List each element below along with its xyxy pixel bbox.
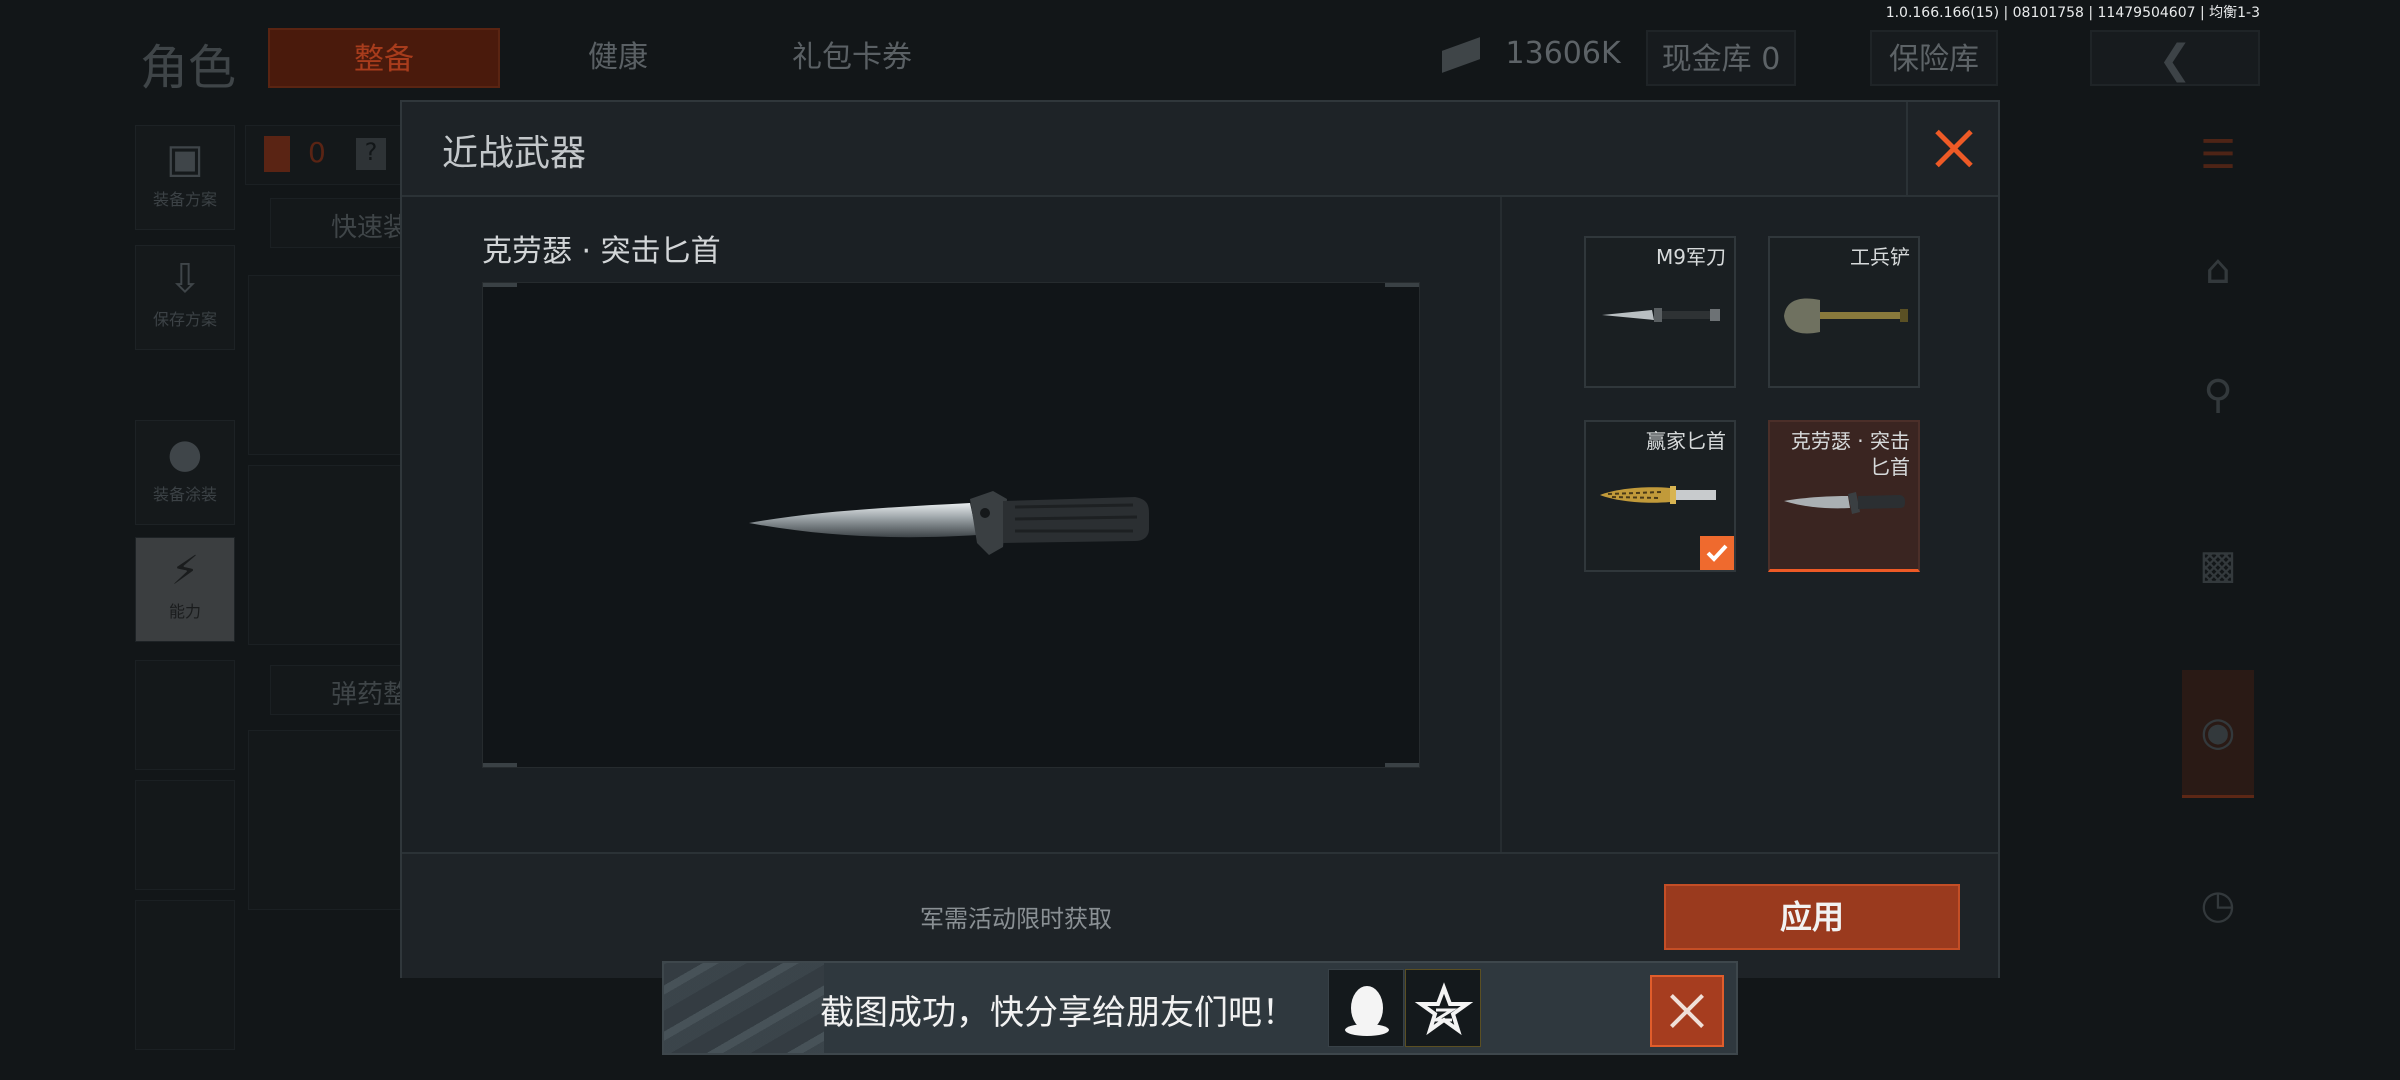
chevron-left-icon: ❮ [2158, 37, 2192, 83]
weapon-card-winner-dagger[interactable]: 赢家匕首 [1584, 420, 1736, 572]
star-icon [1414, 982, 1474, 1036]
sidebar-item-ability[interactable]: ⚡ 能力 [135, 537, 235, 642]
safe-box-button[interactable]: 保险库 [1870, 30, 1998, 86]
backpack-icon [264, 136, 290, 172]
tab-health[interactable]: 健康 [588, 28, 648, 88]
backpack-count: 0 [308, 136, 326, 169]
combat-knife-icon [749, 491, 1149, 555]
corner-mark [1385, 763, 1419, 767]
left-slot [135, 900, 235, 1050]
corner-mark [1385, 283, 1419, 287]
gold-dagger-icon [1600, 486, 1716, 504]
vertical-divider [1500, 197, 1502, 852]
dialog-header: 近战武器 [402, 102, 1998, 197]
gear-slot [248, 730, 408, 910]
toast-close-button[interactable] [1650, 975, 1724, 1047]
dialog-footer: 军需活动限时获取 应用 [402, 852, 1998, 978]
bayonet-icon [1602, 308, 1720, 322]
backpack-counter-panel: 0 ? [245, 125, 405, 185]
screen-title: 角色 [140, 40, 237, 96]
sidebar-item-loadout[interactable]: ▣ 装备方案 [135, 125, 235, 230]
left-slot [135, 780, 235, 890]
left-slot [135, 660, 235, 770]
dialog-title: 近战武器 [442, 133, 587, 174]
version-info: 1.0.166.166(15) | 08101758 | 11479504607… [1885, 5, 2260, 21]
apply-button[interactable]: 应用 [1664, 884, 1960, 950]
back-button[interactable]: ❮ [2090, 30, 2260, 86]
shovel-icon [1784, 298, 1908, 334]
screenshot-toast: 截图成功，快分享给朋友们吧！ [662, 961, 1738, 1055]
toast-message: 截图成功，快分享给朋友们吧！ [820, 993, 1296, 1033]
home-icon[interactable]: ⌂ [2182, 225, 2254, 315]
gear-slot [248, 465, 408, 645]
key-icon[interactable]: ⚲ [2182, 350, 2254, 440]
equipped-check-icon [1700, 536, 1734, 570]
cash-icon [1442, 36, 1480, 73]
toast-texture [664, 963, 824, 1053]
clock-icon[interactable]: ◷ [2182, 860, 2254, 950]
weapon-preview [482, 282, 1420, 768]
sidebar-item-save[interactable]: ⇩ 保存方案 [135, 245, 235, 350]
corner-mark [483, 283, 517, 287]
books-icon[interactable]: ☰ [2182, 110, 2254, 200]
vest-icon: ▣ [166, 136, 204, 182]
cash-vault-button[interactable]: 现金库 0 [1646, 30, 1796, 86]
weapon-card-shovel[interactable]: 工兵铲 [1768, 236, 1920, 388]
selected-weapon-name: 克劳瑟 · 突击匕首 [482, 234, 721, 269]
currency-amount: 13606K [1505, 36, 1621, 71]
help-icon[interactable]: ? [356, 138, 386, 170]
share-qzone-button[interactable] [1405, 969, 1481, 1047]
melee-weapon-dialog: 近战武器 克劳瑟 · 突击匕首 M9军刀 工兵铲 赢家匕首 克劳瑟 · 突击匕首… [400, 100, 2000, 978]
corner-mark [483, 763, 517, 767]
weapon-card-m9[interactable]: M9军刀 [1584, 236, 1736, 388]
combat-knife-icon [1784, 492, 1905, 514]
download-icon: ⇩ [168, 256, 202, 302]
ammo-button[interactable]: 弹药整 [270, 665, 420, 715]
helmet-icon: ● [167, 431, 203, 477]
currency-display: 13606K [1442, 36, 1621, 86]
lightning-icon: ⚡ [170, 548, 200, 594]
quick-equip-button[interactable]: 快速装 [270, 198, 420, 248]
search-user-icon[interactable]: ◉ [2182, 670, 2254, 798]
share-qq-button[interactable] [1328, 969, 1404, 1047]
tab-equipment[interactable]: 整备 [268, 28, 500, 88]
close-button[interactable] [1906, 102, 1998, 195]
gear-slot [248, 275, 408, 455]
penguin-icon [1345, 986, 1389, 1036]
weapon-card-krauser-knife[interactable]: 克劳瑟 · 突击匕首 [1768, 420, 1920, 572]
tab-gift-coupons[interactable]: 礼包卡券 [792, 28, 912, 88]
cash-stack-icon[interactable]: ▩ [2182, 520, 2254, 610]
acquire-hint: 军需活动限时获取 [920, 905, 1112, 933]
sidebar-item-paint[interactable]: ● 装备涂装 [135, 420, 235, 525]
